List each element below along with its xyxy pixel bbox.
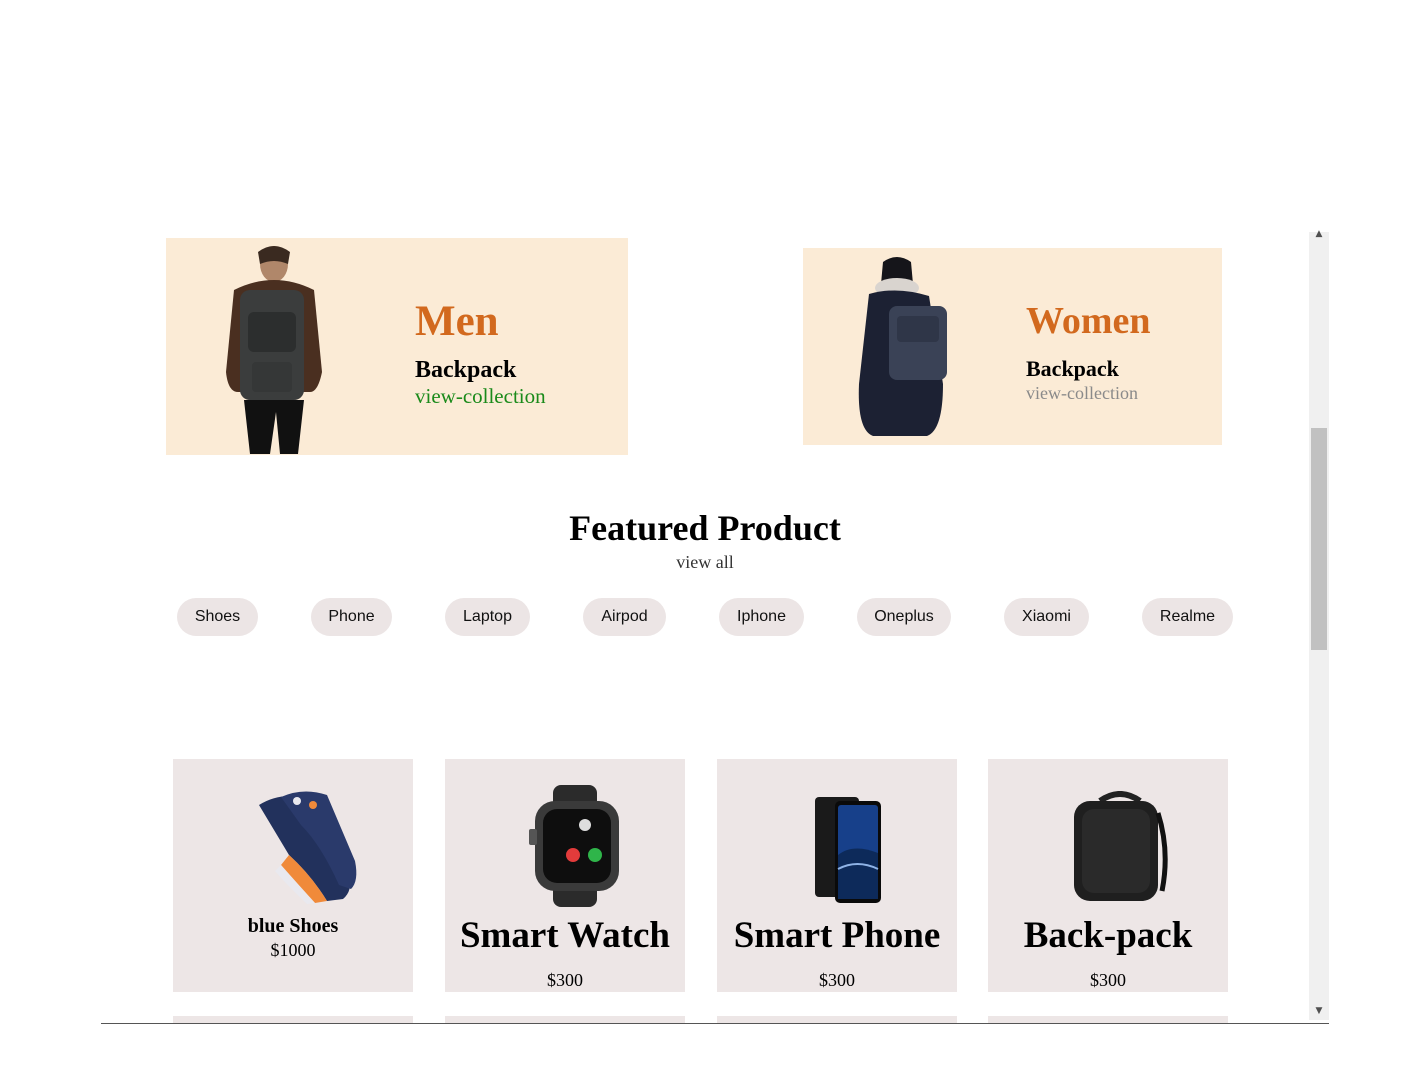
category-pill-iphone[interactable]: Iphone <box>719 598 804 636</box>
product-price: $300 <box>1090 970 1126 990</box>
category-pill-xiaomi[interactable]: Xiaomi <box>1004 598 1089 636</box>
category-pill-airpod[interactable]: Airpod <box>583 598 666 636</box>
banner-men-subtitle: Backpack <box>415 357 517 383</box>
banner-women-title: Women <box>1026 300 1151 342</box>
banner-men-view-collection-link[interactable]: view-collection <box>415 386 546 407</box>
product-price: $1000 <box>270 940 316 960</box>
product-card-back-pack[interactable]: Back-pack $300 <box>988 759 1228 992</box>
backpack-icon <box>1074 791 1168 901</box>
category-pill-shoes[interactable]: Shoes <box>177 598 258 636</box>
banner-men[interactable]: Men Backpack view-collection <box>166 238 628 455</box>
viewport-bottom-edge <box>101 1023 1329 1024</box>
product-name: blue Shoes <box>247 915 339 937</box>
category-pill-phone[interactable]: Phone <box>311 598 392 636</box>
scroll-up-arrow-icon[interactable]: ▲ <box>1309 228 1329 240</box>
woman-with-backpack-icon <box>858 257 947 436</box>
product-card-blue-shoes[interactable]: blue Shoes $1000 <box>173 759 413 992</box>
product-price: $300 <box>547 970 583 990</box>
product-price: $300 <box>819 970 855 990</box>
smartphone-icon <box>815 797 881 903</box>
banner-men-title: Men <box>415 298 499 345</box>
banner-women[interactable]: Women Backpack view-collection <box>803 248 1222 445</box>
smartwatch-icon <box>529 785 619 907</box>
category-pill-laptop[interactable]: Laptop <box>445 598 530 636</box>
product-name: Smart Watch <box>459 915 670 956</box>
product-name: Back-pack <box>1023 915 1193 956</box>
scroll-down-arrow-icon[interactable]: ▼ <box>1309 1005 1329 1017</box>
vertical-scrollbar-thumb[interactable] <box>1311 428 1327 650</box>
category-pill-realme[interactable]: Realme <box>1142 598 1233 636</box>
product-card-smart-watch[interactable]: Smart Watch $300 <box>445 759 685 992</box>
banner-women-view-collection-link[interactable]: view-collection <box>1026 384 1138 402</box>
view-all-link[interactable]: view all <box>0 553 1402 571</box>
man-with-backpack-icon <box>226 246 322 454</box>
featured-product-heading: Featured Product <box>569 508 841 548</box>
product-name: Smart Phone <box>733 915 941 956</box>
sneaker-icon <box>259 791 357 904</box>
banner-women-subtitle: Backpack <box>1026 356 1119 381</box>
category-pill-oneplus[interactable]: Oneplus <box>857 598 951 636</box>
product-card-smart-phone[interactable]: Smart Phone $300 <box>717 759 957 992</box>
